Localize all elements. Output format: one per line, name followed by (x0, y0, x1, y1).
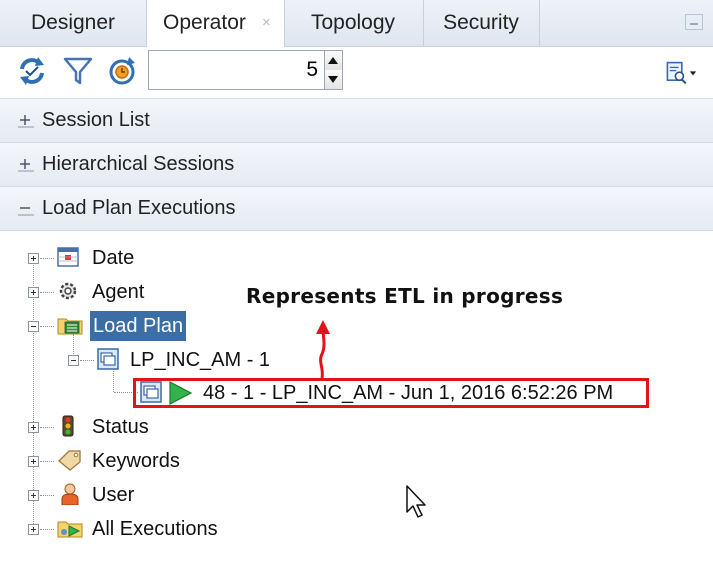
load-plan-executions-label: Load Plan Executions (42, 197, 236, 219)
tab-operator[interactable]: Operator × (146, 0, 285, 47)
tab-designer-label: Designer (30, 11, 116, 34)
tree-node-all-executions[interactable]: All Executions (0, 514, 260, 544)
tree-node-agent[interactable]: Agent (0, 277, 240, 307)
tree-node-load-plan[interactable]: Load Plan (0, 311, 240, 341)
count-stepper (324, 50, 343, 90)
tab-topology-label: Topology (310, 11, 396, 34)
tree-node-status[interactable]: Status (0, 412, 240, 442)
collapse-minus-icon (18, 207, 34, 216)
tree-label-date: Date (92, 247, 135, 269)
mouse-cursor-icon (406, 485, 426, 518)
user-icon (61, 483, 79, 505)
tree-label-load-plan: Load Plan (90, 311, 187, 341)
collapse-icon[interactable] (68, 355, 79, 366)
accordion-load-plan-executions[interactable]: Load Plan Executions (0, 186, 713, 231)
load-plan-icon (97, 348, 119, 370)
refresh-icon[interactable] (16, 55, 48, 87)
expand-icon[interactable] (28, 456, 39, 467)
search-menu-icon[interactable] (665, 57, 697, 89)
toolbar (0, 47, 713, 97)
load-plan-folder-icon (57, 318, 83, 335)
accordion-session-list[interactable]: Session List (0, 98, 713, 143)
expand-icon[interactable] (28, 422, 39, 433)
annotation-arrow (316, 320, 330, 379)
tab-designer[interactable]: Designer (0, 0, 147, 46)
tree-node-lp-inc-am[interactable]: LP_INC_AM - 1 (0, 345, 300, 375)
annotation-text: Represents ETL in progress (246, 284, 564, 308)
gear-icon (59, 282, 77, 300)
expand-icon[interactable] (28, 253, 39, 264)
expand-plus-icon (18, 115, 34, 128)
hierarchical-sessions-label: Hierarchical Sessions (42, 153, 235, 175)
expand-icon[interactable] (28, 524, 39, 535)
tree-label-agent: Agent (92, 281, 145, 303)
calendar-icon (57, 247, 79, 267)
tab-topology[interactable]: Topology (283, 0, 424, 46)
tree-label-keywords: Keywords (92, 450, 180, 472)
count-stepper-input[interactable] (148, 50, 324, 90)
tree-label-status: Status (92, 416, 149, 438)
filter-icon[interactable] (62, 55, 94, 87)
traffic-light-icon (62, 415, 74, 437)
tree-node-date[interactable]: Date (0, 243, 713, 273)
stepper-up-button[interactable] (325, 51, 342, 71)
minimize-icon[interactable] (685, 14, 703, 30)
expand-plus-icon (18, 159, 34, 172)
tree-label-lp-inc-am: LP_INC_AM - 1 (130, 349, 271, 371)
tree-label-all-executions: All Executions (92, 518, 218, 540)
highlight-box (133, 378, 649, 408)
stepper-down-button[interactable] (325, 70, 342, 89)
expand-icon[interactable] (28, 490, 39, 501)
collapse-icon[interactable] (28, 321, 39, 332)
accordion-hierarchical-sessions[interactable]: Hierarchical Sessions (0, 142, 713, 187)
tab-security-label: Security (443, 11, 519, 34)
tab-security[interactable]: Security (423, 0, 540, 46)
auto-refresh-icon[interactable] (106, 55, 138, 87)
tree-label-user: User (92, 484, 135, 506)
session-list-label: Session List (42, 109, 150, 131)
tag-icon (58, 450, 81, 471)
tab-bar: Designer Operator × Topology Security (0, 0, 713, 47)
executions-folder-icon (57, 521, 83, 538)
close-icon[interactable]: × (262, 0, 271, 46)
tree-node-keywords[interactable]: Keywords (0, 446, 240, 476)
expand-icon[interactable] (28, 287, 39, 298)
tree-node-user[interactable]: User (0, 480, 240, 510)
